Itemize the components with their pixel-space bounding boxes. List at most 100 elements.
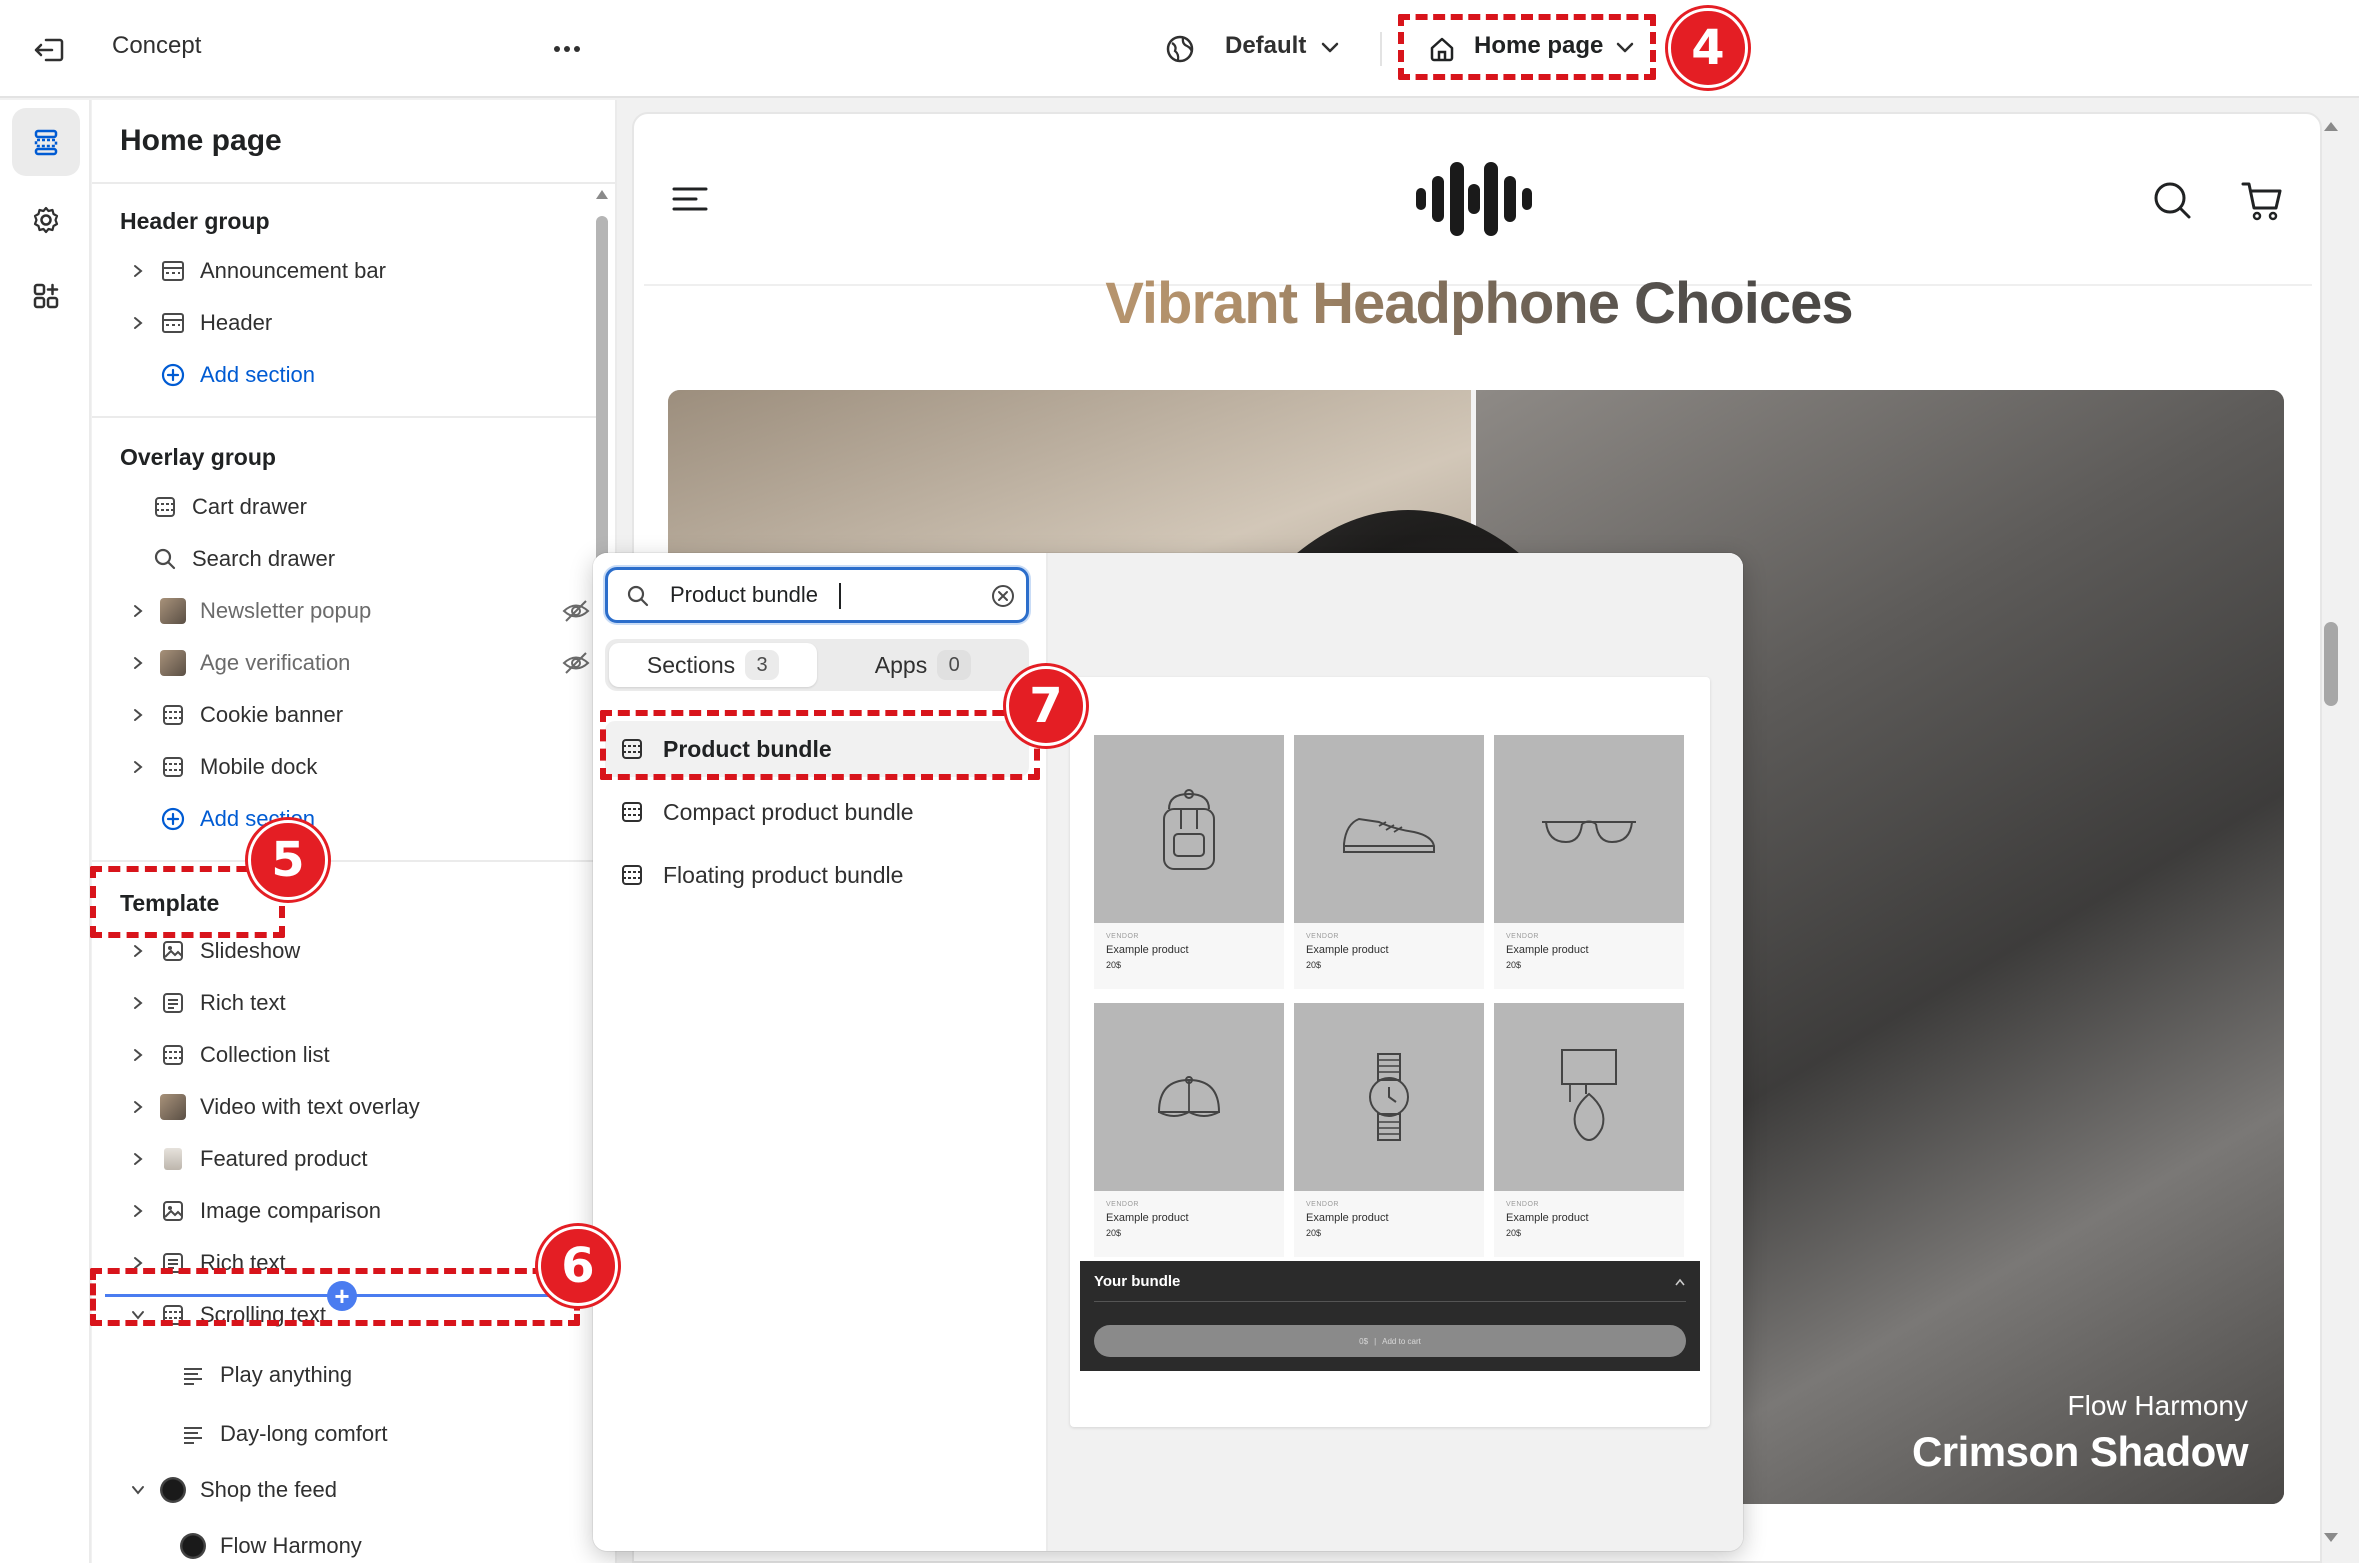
- header-layout-icon: [156, 301, 190, 345]
- store-logo-icon[interactable]: [1412, 154, 1536, 244]
- product-name: Example product: [1306, 1212, 1389, 1224]
- product-name: Example product: [1506, 1212, 1589, 1224]
- product-price: 20$: [1306, 1228, 1322, 1238]
- chevron-down-icon[interactable]: [1320, 41, 1340, 55]
- add-section-button[interactable]: Add section: [120, 353, 590, 397]
- section-cart-drawer[interactable]: Cart drawer: [148, 485, 615, 529]
- eye-off-icon[interactable]: [562, 598, 590, 624]
- exit-icon[interactable]: [30, 30, 70, 70]
- section-mobile-dock[interactable]: Mobile dock: [120, 745, 590, 789]
- plus-circle-icon: [156, 797, 190, 841]
- block-flow-harmony[interactable]: Flow Harmony: [176, 1524, 615, 1563]
- scroll-up-arrow-icon[interactable]: [595, 188, 609, 200]
- section-newsletter-popup[interactable]: Newsletter popup: [120, 589, 590, 633]
- add-section-label: Add section: [200, 362, 315, 387]
- product-name: Example product: [1106, 1212, 1189, 1224]
- section-age-verification[interactable]: Age verification: [120, 641, 590, 685]
- picker-preview-pane: VENDOR Example product 20$ VENDOR Example p…: [1048, 553, 1743, 1551]
- chevron-down-icon[interactable]: [120, 1468, 156, 1512]
- product-name: Example product: [1306, 944, 1389, 956]
- section-search-input[interactable]: [670, 580, 970, 610]
- result-label: Floating product bundle: [663, 861, 904, 888]
- section-label: Mobile dock: [200, 754, 318, 779]
- sneaker-icon: [1294, 735, 1484, 923]
- chevron-right-icon[interactable]: [120, 589, 156, 633]
- apps-icon[interactable]: [12, 262, 80, 330]
- product-vendor: VENDOR: [1306, 933, 1339, 940]
- section-announcement-bar[interactable]: Announcement bar: [120, 249, 590, 293]
- section-preview-card: VENDOR Example product 20$ VENDOR Example p…: [1070, 677, 1710, 1427]
- annotation-box-page-selector: [1398, 14, 1656, 80]
- text-caret: [839, 583, 841, 609]
- more-actions-icon[interactable]: [552, 36, 582, 62]
- scroll-up-arrow-icon[interactable]: [2323, 120, 2339, 132]
- chevron-right-icon[interactable]: [120, 641, 156, 685]
- block-play-anything[interactable]: Play anything: [176, 1353, 615, 1397]
- locale-selector[interactable]: Default: [1225, 32, 1306, 60]
- image-thumbnail: [156, 1137, 190, 1181]
- block-label: Day-long comfort: [220, 1421, 388, 1446]
- annotation-badge: 4: [1668, 8, 1748, 88]
- image-thumbnail: [156, 589, 190, 633]
- chevron-right-icon[interactable]: [120, 745, 156, 789]
- preview-product: VENDOR Example product 20$: [1494, 1003, 1684, 1257]
- section-cookie-banner[interactable]: Cookie banner: [120, 693, 590, 737]
- divider: [92, 182, 615, 184]
- chevron-right-icon[interactable]: [120, 249, 156, 293]
- block-day-long-comfort[interactable]: Day-long comfort: [176, 1412, 615, 1456]
- section-video-with-text-overlay[interactable]: Video with text overlay: [120, 1085, 590, 1129]
- tab-apps[interactable]: Apps 0: [821, 643, 1025, 687]
- annotation-badge: 5: [248, 820, 328, 900]
- result-compact-product-bundle[interactable]: Compact product bundle: [605, 784, 1029, 840]
- cart-icon[interactable]: [2240, 178, 2284, 222]
- preview-scrollbar[interactable]: [2324, 622, 2338, 706]
- product-price: 20$: [1506, 1228, 1522, 1238]
- lamp-icon: [1494, 1003, 1684, 1191]
- section-icon: [622, 802, 642, 822]
- section-shop-the-feed[interactable]: Shop the feed: [120, 1468, 590, 1512]
- chevron-right-icon[interactable]: [120, 693, 156, 737]
- divider: [92, 860, 597, 862]
- section-search-field[interactable]: [605, 567, 1029, 623]
- result-label: Compact product bundle: [663, 798, 914, 825]
- chevron-right-icon[interactable]: [120, 1033, 156, 1077]
- result-floating-product-bundle[interactable]: Floating product bundle: [605, 847, 1029, 903]
- section-label: Announcement bar: [200, 258, 386, 283]
- chevron-right-icon[interactable]: [120, 1137, 156, 1181]
- section-label: Header: [200, 310, 273, 335]
- scroll-down-arrow-icon[interactable]: [2323, 1532, 2339, 1544]
- clear-circle-icon[interactable]: [991, 584, 1015, 608]
- section-rich-text[interactable]: Rich text: [120, 981, 590, 1025]
- section-header[interactable]: Header: [120, 301, 590, 345]
- section-image-comparison[interactable]: Image comparison: [120, 1189, 590, 1233]
- tab-sections[interactable]: Sections 3: [609, 643, 817, 687]
- chevron-right-icon[interactable]: [120, 981, 156, 1025]
- sections-sidebar: Home page Header group Announcement bar …: [92, 100, 617, 1563]
- search-icon: [626, 584, 650, 608]
- product-name: Example product: [1506, 944, 1589, 956]
- chevron-right-icon[interactable]: [120, 1085, 156, 1129]
- product-price: 20$: [1106, 960, 1122, 970]
- section-collection-list[interactable]: Collection list: [120, 1033, 590, 1077]
- hamburger-menu-icon[interactable]: [672, 184, 708, 214]
- header-group-title: Header group: [120, 208, 270, 234]
- section-search-drawer[interactable]: Search drawer: [148, 537, 615, 581]
- sections-icon[interactable]: [12, 108, 80, 176]
- chevron-right-icon[interactable]: [120, 1189, 156, 1233]
- text-block-icon: [156, 981, 190, 1025]
- section-featured-product[interactable]: Featured product: [120, 1137, 590, 1181]
- globe-icon[interactable]: [1165, 34, 1195, 64]
- add-section-button[interactable]: Add section: [120, 797, 590, 841]
- cap-icon: [1094, 1003, 1284, 1191]
- section-icon: [156, 1033, 190, 1077]
- gear-icon[interactable]: [12, 186, 80, 254]
- image-thumbnail: [156, 1468, 190, 1512]
- eye-off-icon[interactable]: [562, 650, 590, 676]
- chevron-right-icon[interactable]: [120, 301, 156, 345]
- section-label: Rich text: [200, 990, 286, 1015]
- section-label: Shop the feed: [200, 1477, 338, 1502]
- block-label: Play anything: [220, 1362, 353, 1387]
- search-icon[interactable]: [2152, 180, 2192, 220]
- product-price: 20$: [1106, 1228, 1122, 1238]
- icon-rail: [0, 100, 91, 1563]
